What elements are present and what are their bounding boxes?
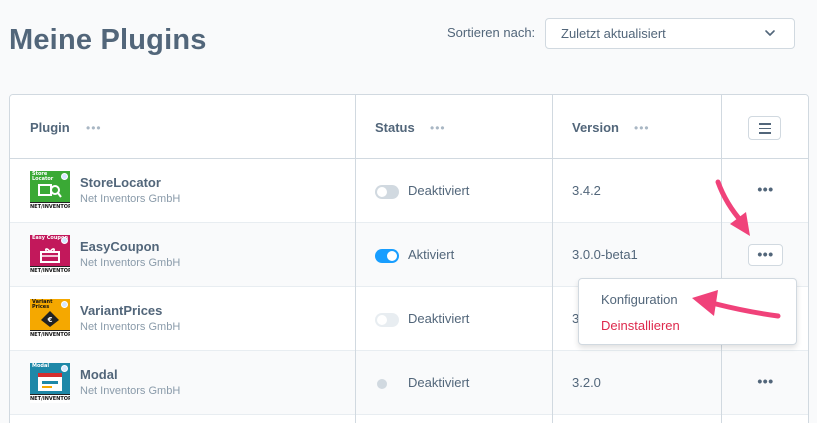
status-toggle[interactable] — [375, 313, 399, 327]
plugin-thumbnail: Store Locator NET/INVENTORS — [30, 171, 70, 211]
thumb-label: Modal — [32, 363, 50, 369]
page-title: Meine Plugins — [9, 24, 207, 56]
chevron-down-icon — [765, 30, 775, 36]
menu-item-deinstallieren[interactable]: Deinstallieren — [601, 318, 680, 333]
context-menu: Konfiguration Deinstallieren — [578, 278, 797, 345]
status-toggle[interactable] — [375, 249, 399, 263]
thumb-brand: NET/INVENTORS — [30, 202, 70, 211]
plugin-thumbnail: € Variant Prices NET/INVENTORS — [30, 299, 70, 339]
info-badge-icon — [61, 173, 68, 180]
plugin-version: 3.2.0 — [572, 375, 601, 390]
grid-header: Plugin ••• Status ••• Version ••• — [10, 95, 808, 159]
more-horizontal-icon: ••• — [757, 181, 774, 197]
menu-item-konfiguration[interactable]: Konfiguration — [601, 292, 678, 307]
sort-label: Sortieren nach: — [447, 25, 536, 40]
plugin-thumbnail: Easy Coupon NET/INVENTORS — [30, 235, 70, 275]
thumb-brand: NET/INVENTORS — [30, 394, 70, 403]
plugin-version: 3.0.0-beta1 — [572, 247, 638, 262]
sort-select[interactable]: Zuletzt aktualisiert — [545, 18, 795, 49]
plugin-name: Modal — [80, 367, 118, 382]
column-menu-status-icon[interactable]: ••• — [430, 121, 445, 135]
status-label: Deaktiviert — [408, 183, 470, 198]
status-label: Deaktiviert — [408, 311, 470, 326]
more-horizontal-icon: ••• — [757, 246, 774, 262]
column-divider — [721, 95, 722, 423]
plugin-version: 3.4.2 — [572, 183, 601, 198]
plugin-name: VariantPrices — [80, 303, 163, 318]
thumb-brand: NET/INVENTORS — [30, 330, 70, 339]
row-actions-button[interactable]: ••• — [748, 244, 783, 266]
status-label: Aktiviert — [408, 247, 455, 262]
status-toggle[interactable] — [377, 379, 387, 389]
column-divider — [355, 95, 356, 423]
plugin-vendor: Net Inventors GmbH — [80, 193, 181, 205]
plugin-thumbnail: Modal NET/INVENTORS — [30, 363, 70, 403]
plugin-vendor: Net Inventors GmbH — [80, 257, 181, 269]
more-horizontal-icon: ••• — [757, 373, 774, 389]
status-toggle[interactable] — [375, 185, 399, 199]
plugin-vendor: Net Inventors GmbH — [80, 321, 181, 333]
info-badge-icon — [61, 237, 68, 244]
row-actions-button[interactable]: ••• — [748, 180, 783, 202]
column-header-status[interactable]: Status — [375, 120, 415, 135]
row-actions-button[interactable]: ••• — [748, 372, 783, 394]
column-header-plugin[interactable]: Plugin — [30, 120, 70, 135]
svg-text:€: € — [47, 316, 53, 324]
plugin-grid: Plugin ••• Status ••• Version ••• Store … — [9, 94, 809, 423]
table-row: Modal NET/INVENTORS Modal Net Inventors … — [10, 351, 808, 415]
thumb-brand: NET/INVENTORS — [30, 266, 70, 275]
plugin-vendor: Net Inventors GmbH — [80, 385, 181, 397]
info-badge-icon — [61, 365, 68, 372]
table-row: Store Locator NET/INVENTORS StoreLocator… — [10, 159, 808, 223]
sort-select-value: Zuletzt aktualisiert — [561, 26, 666, 41]
column-menu-plugin-icon[interactable]: ••• — [86, 121, 101, 135]
column-menu-version-icon[interactable]: ••• — [634, 121, 649, 135]
column-header-version[interactable]: Version — [572, 120, 619, 135]
info-badge-icon — [61, 301, 68, 308]
column-settings-button[interactable] — [748, 116, 781, 140]
column-divider — [552, 95, 553, 423]
plugin-name: StoreLocator — [80, 175, 161, 190]
plugin-name: EasyCoupon — [80, 239, 160, 254]
status-label: Deaktiviert — [408, 375, 470, 390]
